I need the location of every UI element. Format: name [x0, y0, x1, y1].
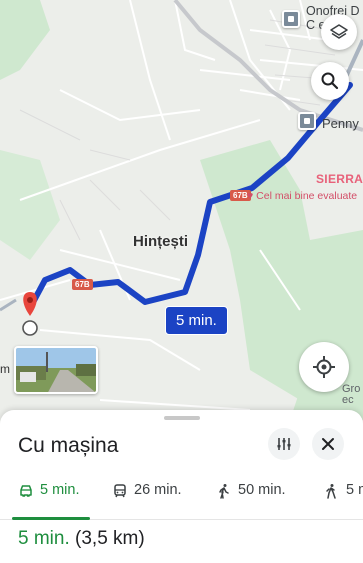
mode-tab-hike[interactable]: 5 m [324, 480, 363, 520]
search-button[interactable] [311, 62, 349, 100]
tune-icon [277, 438, 291, 450]
layers-icon [330, 24, 348, 39]
transit-icon [114, 484, 126, 498]
town-label[interactable]: Hințești [133, 233, 188, 250]
origin-circle-icon [22, 320, 38, 336]
travel-mode-tabs: 5 min. 26 min. 50 min. 5 m [0, 480, 363, 520]
close-icon [322, 438, 334, 450]
route-summary: 5 min. (3,5 km) [18, 528, 145, 550]
hike-icon [326, 484, 336, 499]
best-rated-label[interactable]: ♥ Cel mai bine evaluate [247, 190, 357, 202]
street-view-thumbnail[interactable] [14, 346, 98, 394]
directions-sheet[interactable]: Cu mașina 5 min. 26 min. 50 min. 5 5 min… [0, 410, 363, 563]
penny-marker-icon[interactable] [298, 112, 316, 130]
streetview-fragment-label: m [0, 362, 10, 376]
mode-tab-car[interactable]: 5 min. [18, 480, 80, 520]
summary-time: 5 min. [18, 528, 70, 549]
mode-tab-transit[interactable]: 26 min. [112, 480, 182, 520]
sierra-label[interactable]: SIERRA [316, 172, 363, 186]
heart-icon: ♥ [247, 190, 254, 202]
route-time-label[interactable]: 5 min. [165, 306, 228, 335]
road-shield-2: 67B [72, 279, 93, 290]
my-location-icon [313, 356, 335, 378]
search-icon [321, 72, 339, 90]
poi-marker-icon[interactable] [282, 10, 300, 28]
poi-label-penny[interactable]: Penny [322, 116, 359, 131]
mode-tab-walk[interactable]: 50 min. [216, 480, 286, 520]
layers-button[interactable] [321, 14, 357, 50]
street-view-image [16, 348, 96, 392]
car-icon [20, 485, 32, 497]
active-tab-indicator [12, 517, 90, 520]
my-location-button[interactable] [299, 342, 349, 392]
sheet-drag-handle[interactable] [164, 416, 200, 420]
destination-pin-icon [23, 292, 37, 316]
route-options-button[interactable] [268, 428, 300, 460]
walk-icon [219, 484, 229, 499]
close-button[interactable] [312, 428, 344, 460]
poi-label-gro[interactable]: Gro ec [342, 384, 360, 406]
sheet-title: Cu mașina [18, 434, 119, 457]
summary-distance: (3,5 km) [75, 528, 145, 549]
map-view[interactable]: Onofrei D C et Penny SIERRA 67B ♥ Cel ma… [0, 0, 363, 420]
